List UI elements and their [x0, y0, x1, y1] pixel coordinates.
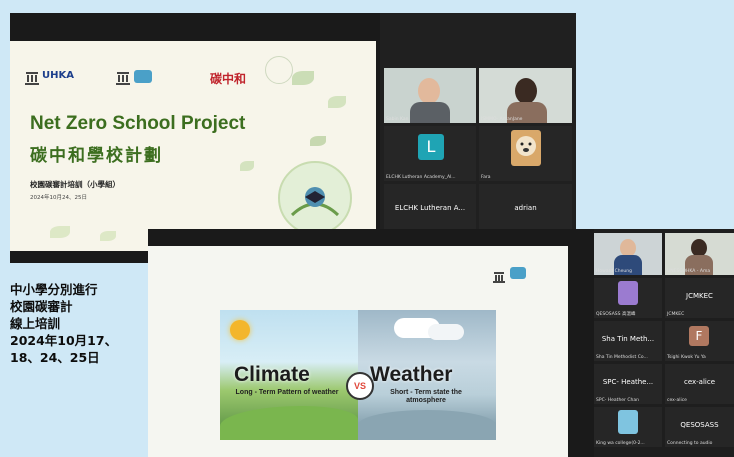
participant-initial-avatar: F [689, 326, 709, 346]
dog-avatar-icon [511, 130, 541, 166]
participant-video-tile[interactable]: ISMMO- AmanJane [479, 68, 572, 123]
participant-name: ISMMO- AmanJane [481, 117, 523, 122]
participant-name: Howard Cheung [596, 269, 632, 274]
cartoon-avatar-icon [618, 410, 638, 434]
participant-name: Connecting to audio [667, 441, 713, 446]
participant-video-tile[interactable]: UNESCOHKA - Ama [665, 233, 734, 275]
school-emblem-icon [278, 161, 352, 235]
participant-display-name: cex-alice [683, 378, 716, 386]
anime-avatar-icon [618, 281, 638, 305]
caption-line: 線上培訓 [10, 316, 61, 331]
participant-gallery: Sabin Kan ISMMO- AmanJane L ELCHK Luther… [380, 13, 576, 263]
weather-panel: Weather Short - Term state the atmospher… [358, 310, 496, 440]
participant-display-name: Sha Tin Meth... [601, 335, 655, 343]
participant-name: Sabin Kan [386, 117, 409, 122]
slide-subtitle: 校園碳審計培訓（小學組） [30, 180, 120, 189]
caption-line: 18、24、25日 [10, 350, 100, 365]
participant-name: cex-alice [667, 398, 687, 403]
participant-name: QESOSASS 高溫峰 [596, 312, 636, 317]
participant-initial-avatar: L [418, 134, 444, 160]
slide-title-chinese: 碳中和學校計劃 [30, 146, 163, 166]
leaf-icon [50, 226, 70, 238]
participant-name: Tsighi Kwok Yu Ya [667, 355, 706, 360]
top-meeting-screenshot: UHKA 碳中和 Net Zero School Project 碳中和學校計劃… [10, 13, 576, 263]
participant-tile[interactable]: Sha Tin Meth... Sha Tin Methodist Co... [594, 321, 662, 361]
leaf-icon [100, 231, 116, 241]
leaf-icon [328, 96, 346, 108]
participant-name: JCMKEC [667, 312, 685, 317]
participant-tile[interactable]: Fara [479, 126, 572, 181]
participant-display-name: SPC- Heathe... [602, 378, 654, 386]
participant-tile[interactable]: SPC- Heathe... SPC- Heather Chan [594, 364, 662, 404]
participant-name: King wa college(0-2... [596, 441, 645, 446]
sun-icon [230, 320, 250, 340]
caption-line: 校園碳審計 [10, 299, 73, 314]
participant-name: SPC- Heather Chan [596, 398, 639, 403]
participant-display-name: JCMKEC [686, 292, 713, 300]
climate-panel: Climate Long - Term Pattern of weather [220, 310, 358, 440]
shared-slide-climate-weather: Climate Long - Term Pattern of weather W… [148, 246, 568, 457]
person-avatar [418, 78, 440, 104]
cloud-icon [428, 324, 464, 340]
slide-title-english: Net Zero School Project [30, 113, 246, 134]
participant-tile[interactable]: King wa college(0-2... [594, 407, 662, 447]
climate-title: Climate [234, 363, 310, 386]
caption-line: 中小學分別進行 [10, 282, 98, 297]
participant-display-name: ELCHK Lutheran A... [394, 204, 466, 212]
brand-logo: 碳中和 [210, 72, 247, 86]
participant-tile[interactable]: L ELCHK Lutheran Academy_Al... [384, 126, 476, 181]
bottom-meeting-screenshot: Climate Long - Term Pattern of weather W… [148, 229, 734, 457]
participant-tile[interactable]: JCMKEC JCMKEC [665, 278, 734, 318]
unesco-logo-icon [24, 70, 40, 85]
shared-slide-net-zero: UHKA 碳中和 Net Zero School Project 碳中和學校計劃… [10, 41, 376, 251]
participant-tile[interactable]: QESOSASS Connecting to audio [665, 407, 734, 447]
climate-subtitle: Long - Term Pattern of weather [235, 389, 339, 396]
bulb-icon [265, 56, 293, 84]
partner-logo-icon [510, 267, 526, 279]
participant-tile[interactable]: cex-alice cex-alice [665, 364, 734, 404]
participant-video-tile[interactable]: Sabin Kan [384, 68, 476, 123]
partner-logo-icon [134, 70, 152, 83]
person-avatar [515, 78, 537, 104]
leaf-icon [310, 136, 326, 146]
participant-name: ELCHK Lutheran Academy_Al... [386, 175, 456, 180]
participant-display-name: QESOSASS [680, 421, 719, 429]
unesco-logo-icon [115, 70, 131, 85]
training-caption: 中小學分別進行 校園碳審計 線上培訓 2024年10月17、 18、24、25日 [10, 281, 150, 366]
participant-tile[interactable]: QESOSASS 高溫峰 [594, 278, 662, 318]
participant-name: Fara [481, 175, 491, 180]
slide-date: 2024年10月24、25日 [30, 195, 87, 201]
participant-display-name: adrian [514, 204, 537, 212]
participant-gallery: Howard Cheung UNESCOHKA - Ama QESOSASS 高… [594, 229, 734, 457]
weather-subtitle: Short - Term state the atmosphere [390, 389, 462, 404]
weather-title: Weather [370, 363, 453, 386]
leaf-icon [292, 71, 314, 85]
uhka-logo: UHKA [42, 70, 74, 81]
participant-name: Sha Tin Methodist Co... [596, 355, 648, 360]
leaf-icon [240, 161, 254, 171]
versus-badge: VS [346, 372, 374, 400]
participant-tile[interactable]: F Tsighi Kwok Yu Ya [665, 321, 734, 361]
unesco-logo-icon [493, 268, 505, 283]
participant-name: UNESCOHKA - Ama [667, 269, 711, 274]
participant-video-tile[interactable]: Howard Cheung [594, 233, 662, 275]
caption-line: 2024年10月17、 [10, 333, 118, 348]
